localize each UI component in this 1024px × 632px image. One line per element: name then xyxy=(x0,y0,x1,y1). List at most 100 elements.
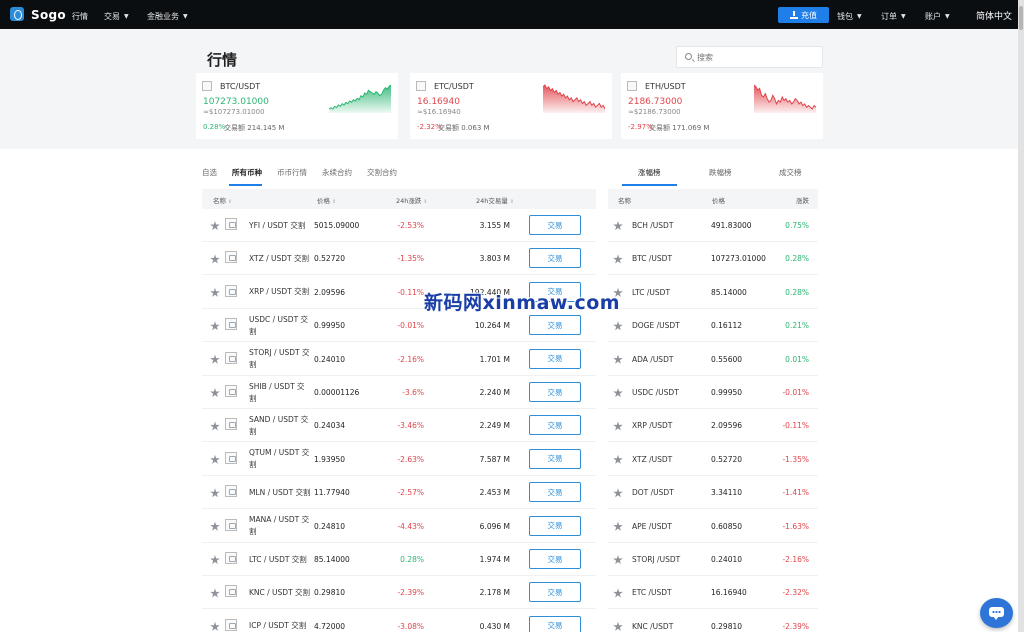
favorite-star-icon[interactable] xyxy=(613,521,623,531)
page-scrollbar[interactable] xyxy=(1018,0,1024,632)
rank-row[interactable]: APE /USDT 0.60850 -1.63% xyxy=(608,510,818,543)
header-name[interactable]: 名称 ⇕ xyxy=(213,195,232,205)
favorite-star-icon[interactable] xyxy=(210,588,220,598)
favorite-star-icon[interactable] xyxy=(613,221,623,231)
rank-row[interactable]: XRP /USDT 2.09596 -0.11% xyxy=(608,409,818,443)
favorite-star-icon[interactable] xyxy=(210,621,220,631)
nav-wallet[interactable]: 钱包 ▼ xyxy=(837,11,862,22)
chat-support-button[interactable] xyxy=(980,598,1013,628)
favorite-star-icon[interactable] xyxy=(210,488,220,498)
table-row[interactable]: MLN / USDT 交割 11.77940 -2.57% 2.453 M 交易 xyxy=(202,476,596,510)
table-row[interactable]: QTUM / USDT 交割 1.93950 -2.63% 7.587 M 交易 xyxy=(202,443,596,476)
nav-trade[interactable]: 交易 ▼ xyxy=(104,11,129,22)
rank-row[interactable]: DOGE /USDT 0.16112 0.21% xyxy=(608,309,818,343)
trade-button[interactable]: 交易 xyxy=(529,415,581,436)
favorite-star-icon[interactable] xyxy=(210,388,220,398)
table-row[interactable]: LTC / USDT 交割 85.14000 0.28% 1.974 M 交易 xyxy=(202,543,596,576)
trade-button[interactable]: 交易 xyxy=(529,248,581,269)
favorite-star-icon[interactable] xyxy=(210,287,220,297)
rank-row[interactable]: USDC /USDT 0.99950 -0.01% xyxy=(608,376,818,409)
scrollbar-thumb[interactable] xyxy=(1019,6,1023,30)
brand-name[interactable]: Sogo xyxy=(31,8,66,22)
favorite-star-icon[interactable] xyxy=(613,321,623,331)
rank-pair-name: ETC /USDT xyxy=(632,588,672,598)
favorite-star-icon[interactable] xyxy=(613,388,623,398)
ticker-usd-value: ≈$2186.73000 xyxy=(628,108,681,116)
nav-orders[interactable]: 订单 ▼ xyxy=(881,11,906,22)
favorite-star-icon[interactable] xyxy=(210,354,220,364)
search-input[interactable] xyxy=(697,49,817,65)
table-row[interactable]: SHIB / USDT 交割 0.00001126 -3.6% 2.240 M 交易 xyxy=(202,376,596,409)
rank-row[interactable]: ADA /USDT 0.55600 0.01% xyxy=(608,343,818,376)
rank-tab[interactable]: 跌幅榜 xyxy=(709,167,732,178)
table-row[interactable]: YFI / USDT 交割 5015.09000 -2.53% 3.155 M 交易 xyxy=(202,209,596,242)
favorite-star-icon[interactable] xyxy=(613,621,623,631)
header-change[interactable]: 24h涨跌 ⇕ xyxy=(396,195,428,205)
trade-button[interactable]: 交易 xyxy=(529,582,581,603)
favorite-star-icon[interactable] xyxy=(210,321,220,331)
trade-button[interactable]: 交易 xyxy=(529,515,581,536)
favorite-star-icon[interactable] xyxy=(613,588,623,598)
favorite-star-icon[interactable] xyxy=(613,555,623,565)
rank-row[interactable]: XTZ /USDT 0.52720 -1.35% xyxy=(608,443,818,476)
favorite-star-icon[interactable] xyxy=(613,488,623,498)
ticker-card[interactable]: ETC/USDT 16.16940 ≈$16.16940 -2.32% 交易额 0.06… xyxy=(410,73,612,139)
pair-change: -2.16% xyxy=(397,354,424,364)
trade-button[interactable]: 交易 xyxy=(529,615,581,632)
favorite-star-icon[interactable] xyxy=(613,254,623,264)
trade-button[interactable]: 交易 xyxy=(529,382,581,402)
favorite-star-icon[interactable] xyxy=(210,454,220,464)
favorite-star-icon[interactable] xyxy=(613,354,623,364)
rank-row[interactable]: DOT /USDT 3.34110 -1.41% xyxy=(608,476,818,510)
rank-row[interactable]: LTC /USDT 85.14000 0.28% xyxy=(608,276,818,309)
trade-button[interactable]: 交易 xyxy=(529,315,581,336)
pair-price: 1.93950 xyxy=(314,454,346,464)
table-row[interactable]: MANA / USDT 交割 0.24810 -4.43% 6.096 M 交易 xyxy=(202,510,596,543)
pair-volume: 2.249 M xyxy=(479,421,510,431)
market-tab[interactable]: 永续合约 xyxy=(322,167,352,178)
market-tab[interactable]: 自选 xyxy=(202,167,217,178)
deposit-button[interactable]: 充值 xyxy=(778,7,829,23)
market-tab[interactable]: 所有币种 xyxy=(232,167,262,178)
favorite-star-icon[interactable] xyxy=(613,454,623,464)
nav-finance[interactable]: 金融业务 ▼ xyxy=(147,11,188,22)
table-row[interactable]: STORJ / USDT 交割 0.24010 -2.16% 1.701 M 交易 xyxy=(202,343,596,376)
rank-row[interactable]: BTC /USDT 107273.01000 0.28% xyxy=(608,242,818,276)
pair-change: -2.39% xyxy=(397,588,424,598)
table-row[interactable]: SAND / USDT 交割 0.24034 -3.46% 2.249 M 交易 xyxy=(202,409,596,443)
language-switch[interactable]: 简体中文 xyxy=(976,9,1012,22)
table-row[interactable]: XTZ / USDT 交割 0.52720 -1.35% 3.803 M 交易 xyxy=(202,242,596,276)
favorite-star-icon[interactable] xyxy=(210,555,220,565)
rank-pair-change: 0.75% xyxy=(785,221,809,230)
logo-icon[interactable] xyxy=(10,7,24,21)
favorite-star-icon[interactable] xyxy=(210,221,220,231)
header-volume[interactable]: 24h交易量 ⇕ xyxy=(476,195,514,205)
rank-row[interactable]: ETC /USDT 16.16940 -2.32% xyxy=(608,576,818,610)
rank-tab[interactable]: 成交榜 xyxy=(779,167,802,178)
table-row[interactable]: KNC / USDT 交割 0.29810 -2.39% 2.178 M 交易 xyxy=(202,576,596,610)
market-tab[interactable]: 交割合约 xyxy=(367,167,397,178)
trade-button[interactable]: 交易 xyxy=(529,448,581,469)
rank-tab[interactable]: 涨幅榜 xyxy=(638,167,661,178)
search-box[interactable] xyxy=(676,46,823,68)
trade-button[interactable]: 交易 xyxy=(529,348,581,369)
rank-row[interactable]: BCH /USDT 491.83000 0.75% xyxy=(608,209,818,242)
favorite-star-icon[interactable] xyxy=(210,421,220,431)
ticker-card[interactable]: ETH/USDT 2186.73000 ≈$2186.73000 -2.97% 交易额 … xyxy=(621,73,823,139)
market-tab[interactable]: 币币行情 xyxy=(277,167,307,178)
nav-markets[interactable]: 行情 xyxy=(72,11,88,22)
favorite-star-icon[interactable] xyxy=(210,521,220,531)
pair-volume: 2.453 M xyxy=(479,488,510,498)
favorite-star-icon[interactable] xyxy=(210,254,220,264)
rank-pair-price: 0.60850 xyxy=(711,521,743,531)
trade-button[interactable]: 交易 xyxy=(529,549,581,569)
table-row[interactable]: ICP / USDT 交割 4.72000 -3.08% 0.430 M 交易 xyxy=(202,610,596,632)
trade-button[interactable]: 交易 xyxy=(529,215,581,235)
ticker-card[interactable]: BTC/USDT 107273.01000 ≈$107273.01000 0.28% 交… xyxy=(196,73,398,139)
trade-button[interactable]: 交易 xyxy=(529,482,581,503)
header-price[interactable]: 价格 ⇕ xyxy=(317,195,336,205)
favorite-star-icon[interactable] xyxy=(613,421,623,431)
rank-row[interactable]: KNC /USDT 0.29810 -2.39% xyxy=(608,610,818,632)
rank-row[interactable]: STORJ /USDT 0.24010 -2.16% xyxy=(608,543,818,576)
nav-account[interactable]: 账户 ▼ xyxy=(925,11,950,22)
